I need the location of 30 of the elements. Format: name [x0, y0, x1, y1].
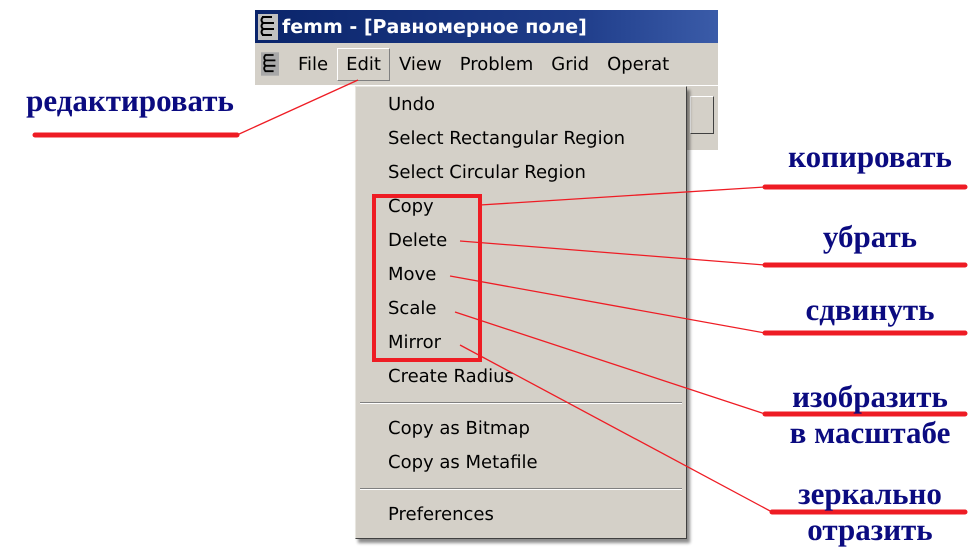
annotation-label: сдвинуть — [805, 295, 935, 325]
coil-icon[interactable] — [261, 52, 279, 76]
menu-item[interactable]: File — [289, 48, 338, 80]
menu-item[interactable]: View — [390, 48, 451, 80]
menu-item[interactable]: Operat — [598, 48, 678, 80]
annotation-label: убрать — [822, 222, 918, 252]
annotation-label: изобразить — [792, 382, 948, 412]
coil-icon — [258, 14, 278, 40]
menu-item[interactable]: Mirror — [356, 326, 686, 360]
menu-item[interactable]: Select Circular Region — [356, 156, 686, 190]
menu-item[interactable]: Copy as Metafile — [356, 446, 686, 480]
menu-item[interactable]: Preferences — [356, 498, 686, 532]
annotation-label: отразить — [807, 515, 933, 545]
menu-item[interactable]: Edit — [337, 48, 390, 80]
menu-item[interactable]: Create Radius — [356, 360, 686, 394]
annotation-label: зеркально — [798, 479, 942, 509]
annotation-label: редактировать — [26, 86, 234, 116]
menu-item[interactable]: Scale — [356, 292, 686, 326]
menu-item[interactable]: Select Rectangular Region — [356, 122, 686, 156]
toolbar-button[interactable] — [690, 96, 714, 134]
menu-item[interactable]: Delete — [356, 224, 686, 258]
menu-item[interactable]: Problem — [450, 48, 542, 80]
window-title: femm - [Равномерное поле] — [282, 16, 587, 38]
menu-item[interactable]: Move — [356, 258, 686, 292]
menu-item[interactable]: Undo — [356, 88, 686, 122]
menu-item[interactable]: Grid — [542, 48, 598, 80]
annotation-label: копировать — [788, 142, 952, 172]
menu-item[interactable]: Copy as Bitmap — [356, 412, 686, 446]
menu-item[interactable]: Copy — [356, 190, 686, 224]
annotation-label: в масштабе — [790, 418, 950, 448]
